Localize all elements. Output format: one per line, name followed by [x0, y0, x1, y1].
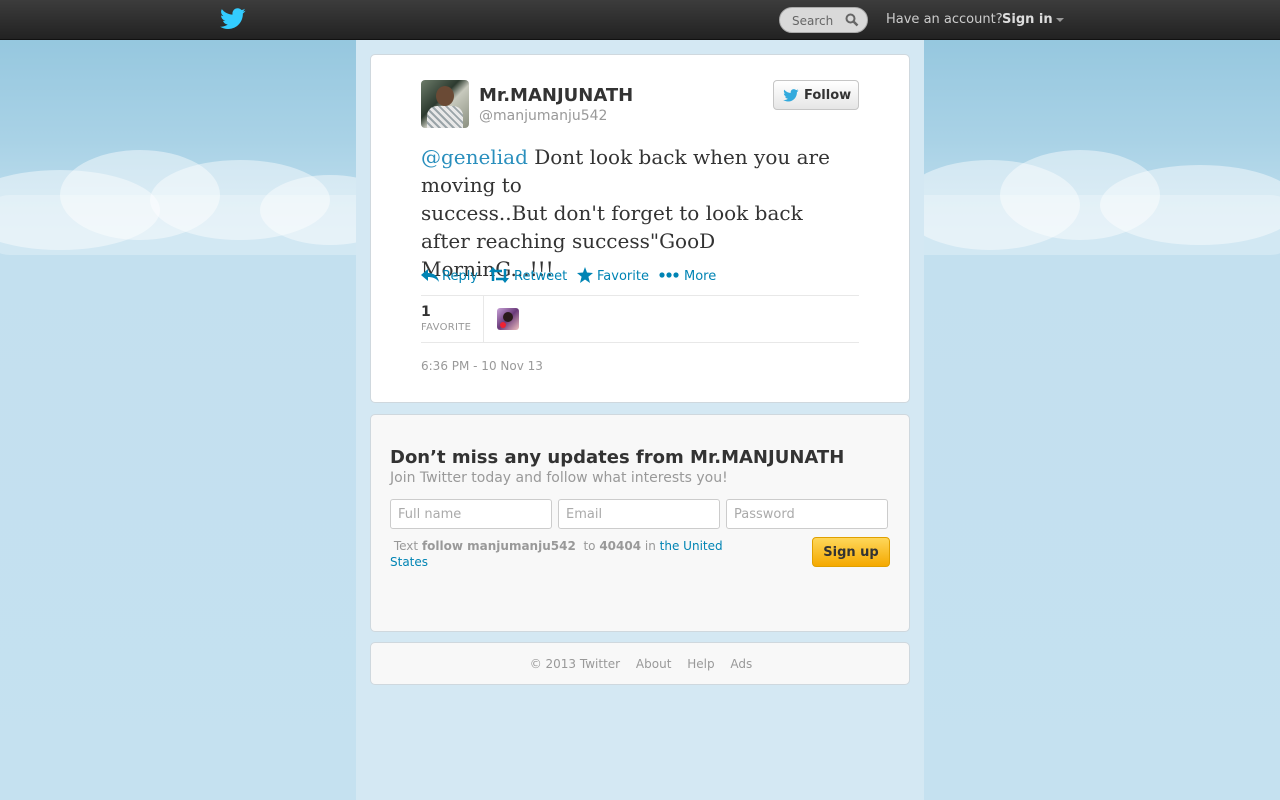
tweet-stats: 1 FAVORITE: [421, 295, 859, 343]
search-icon[interactable]: [845, 13, 859, 27]
user-name[interactable]: Mr.MANJUNATH: [479, 85, 633, 106]
footer-card: © 2013 Twitter About Help Ads: [370, 642, 910, 685]
star-icon: [577, 267, 593, 283]
have-account-text: Have an account?: [886, 12, 1003, 27]
favoriter-avatar[interactable]: [497, 308, 519, 330]
sign-in-link[interactable]: Sign in: [1002, 12, 1064, 27]
twitter-bird-icon: [783, 89, 799, 102]
password-field[interactable]: [726, 499, 888, 529]
user-handle[interactable]: @manjumanju542: [479, 108, 607, 124]
signup-button[interactable]: Sign up: [812, 537, 890, 567]
more-icon: [659, 272, 679, 278]
caret-down-icon: [1055, 17, 1064, 22]
tweet-text: @geneliad Dont look back when you are mo…: [421, 143, 851, 283]
stats-divider: [483, 296, 484, 343]
search-input[interactable]: Search: [779, 7, 868, 33]
twitter-logo-icon[interactable]: [220, 8, 246, 30]
signup-title: Don’t miss any updates from Mr.MANJUNATH: [390, 447, 845, 468]
tweet-text-line-3: success..But don't forget to look back: [421, 201, 803, 225]
tweet-text-line-2: moving to: [421, 173, 522, 197]
mention-link[interactable]: @geneliad: [421, 145, 528, 169]
footer: © 2013 Twitter About Help Ads: [371, 657, 911, 671]
sms-to: to: [583, 539, 596, 553]
sms-text-word: Text: [393, 539, 419, 553]
sms-follow-text: Text follow manjumanju542 to 40404 in th…: [390, 538, 740, 570]
follow-button[interactable]: Follow: [773, 80, 859, 110]
more-label: More: [684, 269, 717, 284]
avatar[interactable]: [421, 80, 469, 128]
footer-help-link[interactable]: Help: [687, 657, 714, 671]
full-name-field[interactable]: [390, 499, 552, 529]
tweet-card: Mr.MANJUNATH @manjumanju542 Follow @gene…: [370, 54, 910, 403]
retweet-icon: [489, 267, 509, 283]
reply-label: Reply: [442, 269, 479, 284]
reply-icon: [421, 269, 439, 282]
footer-ads-link[interactable]: Ads: [730, 657, 752, 671]
signup-subtitle: Join Twitter today and follow what inter…: [390, 470, 728, 486]
tweet-text-line-1: Dont look back when you are: [527, 145, 830, 169]
sms-command: follow manjumanju542: [421, 539, 576, 553]
signup-card: Don’t miss any updates from Mr.MANJUNATH…: [370, 414, 910, 632]
footer-about-link[interactable]: About: [636, 657, 671, 671]
sms-in: in: [644, 539, 656, 553]
favorite-label: Favorite: [597, 269, 649, 284]
copyright: © 2013 Twitter: [529, 657, 621, 671]
email-field[interactable]: [558, 499, 720, 529]
favorite-count-label: FAVORITE: [421, 322, 472, 333]
top-bar: Search Have an account? Sign in: [0, 0, 1280, 40]
follow-label: Follow: [804, 88, 852, 103]
retweet-label: Retweet: [514, 269, 568, 284]
favorite-count[interactable]: 1: [421, 304, 431, 320]
sign-in-label: Sign in: [1002, 12, 1053, 27]
sms-number: 40404: [599, 539, 642, 553]
main-column: Mr.MANJUNATH @manjumanju542 Follow @gene…: [356, 40, 924, 800]
tweet-timestamp[interactable]: 6:36 PM - 10 Nov 13: [421, 359, 543, 373]
search-placeholder: Search: [792, 14, 834, 28]
